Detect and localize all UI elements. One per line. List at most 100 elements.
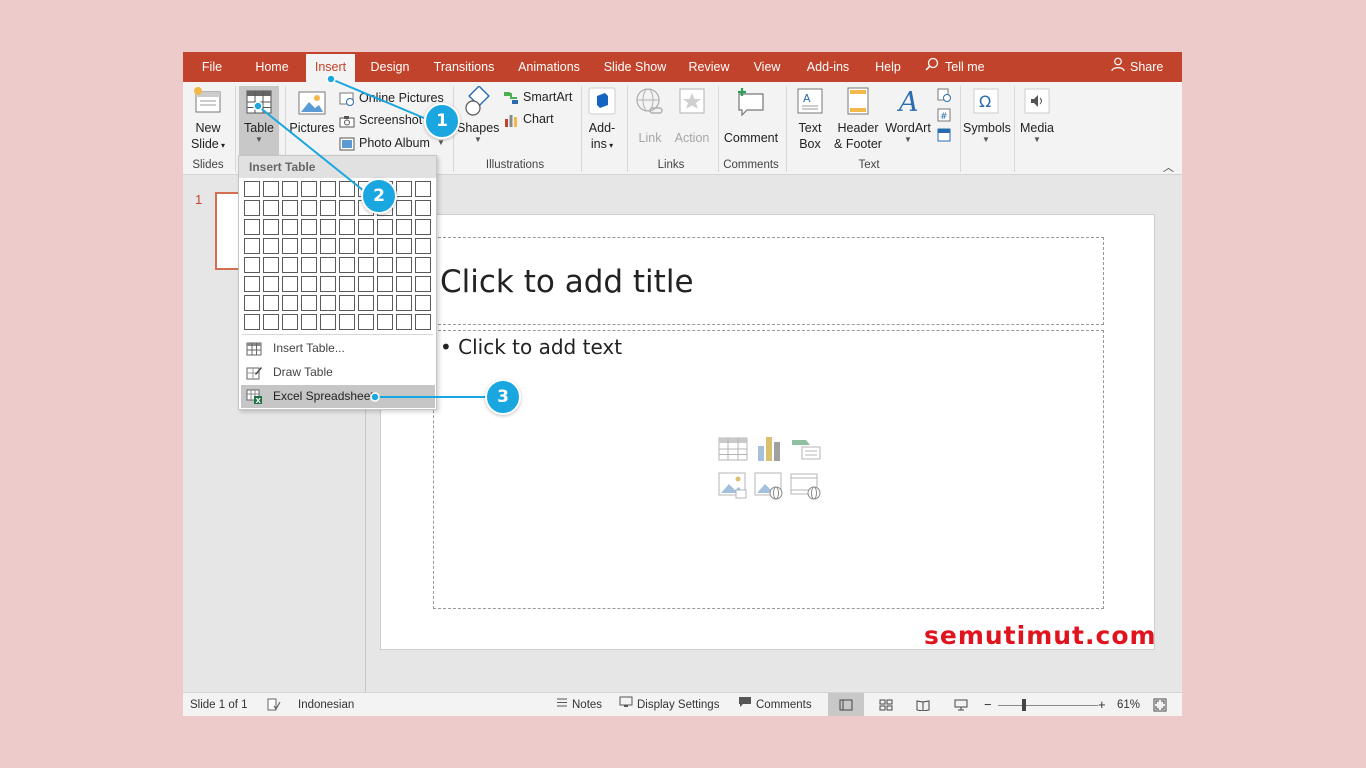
share-button[interactable]: Share	[1111, 52, 1163, 82]
normal-view-button[interactable]	[828, 693, 864, 716]
add-ins-button[interactable]: Add- ins ▾	[585, 86, 619, 154]
table-grid-cell[interactable]	[244, 257, 260, 273]
tab-add-ins[interactable]: Add-ins	[800, 52, 856, 82]
table-grid-cell[interactable]	[263, 181, 279, 197]
table-grid-cell[interactable]	[282, 219, 298, 235]
symbols-button[interactable]: Ω Symbols ▼	[963, 86, 1011, 144]
table-grid-cell[interactable]	[415, 276, 431, 292]
table-grid-cell[interactable]	[282, 276, 298, 292]
tab-insert[interactable]: Insert	[306, 54, 355, 82]
table-grid-cell[interactable]	[396, 200, 412, 216]
shapes-button[interactable]: Shapes ▼	[457, 85, 499, 144]
table-grid-cell[interactable]	[282, 295, 298, 311]
table-grid-cell[interactable]	[339, 181, 355, 197]
tell-me-search[interactable]: Tell me	[925, 52, 985, 82]
table-grid-cell[interactable]	[415, 219, 431, 235]
table-grid-cell[interactable]	[377, 314, 393, 330]
fit-to-window-button[interactable]	[1153, 693, 1167, 716]
table-grid-cell[interactable]	[263, 219, 279, 235]
table-grid-cell[interactable]	[301, 200, 317, 216]
tab-file[interactable]: File	[193, 52, 231, 82]
zoom-level[interactable]: 61%	[1117, 693, 1140, 716]
table-grid-cell[interactable]	[358, 276, 374, 292]
tab-transitions[interactable]: Transitions	[430, 52, 498, 82]
table-grid-cell[interactable]	[396, 181, 412, 197]
table-grid-cell[interactable]	[320, 238, 336, 254]
slide-canvas[interactable]: Click to add title • Click to add text	[380, 214, 1155, 650]
table-grid-cell[interactable]	[377, 295, 393, 311]
table-grid-cell[interactable]	[339, 314, 355, 330]
table-grid-cell[interactable]	[282, 200, 298, 216]
tab-design[interactable]: Design	[366, 52, 414, 82]
text-box-button[interactable]: A Text Box	[791, 86, 829, 152]
table-grid-cell[interactable]	[415, 181, 431, 197]
comments-button[interactable]: Comments	[738, 693, 812, 716]
table-grid-cell[interactable]	[415, 295, 431, 311]
insert-video-icon[interactable]	[790, 471, 821, 501]
language-indicator[interactable]: Indonesian	[298, 693, 354, 716]
photo-album-button[interactable]: Photo Album	[339, 133, 430, 153]
tab-review[interactable]: Review	[685, 52, 733, 82]
table-grid-cell[interactable]	[415, 200, 431, 216]
spell-check-icon[interactable]	[267, 693, 281, 716]
zoom-slider-track[interactable]	[998, 705, 1098, 706]
table-grid-cell[interactable]	[263, 295, 279, 311]
screenshot-button[interactable]: Screenshot ▾	[339, 110, 428, 130]
table-grid-cell[interactable]	[244, 295, 260, 311]
slide-show-view-button[interactable]	[954, 693, 968, 716]
tab-home[interactable]: Home	[249, 52, 295, 82]
action-button[interactable]: Action	[671, 86, 713, 146]
table-grid-cell[interactable]	[339, 257, 355, 273]
table-grid-cell[interactable]	[339, 219, 355, 235]
insert-picture-icon[interactable]	[718, 471, 748, 501]
title-placeholder[interactable]: Click to add title	[433, 237, 1104, 325]
table-grid-cell[interactable]	[282, 314, 298, 330]
table-button[interactable]: Table ▼	[239, 86, 279, 157]
media-button[interactable]: Media ▼	[1017, 86, 1057, 144]
table-grid-cell[interactable]	[282, 257, 298, 273]
table-grid-cell[interactable]	[396, 295, 412, 311]
table-grid-cell[interactable]	[339, 276, 355, 292]
table-grid-cell[interactable]	[320, 276, 336, 292]
tab-animations[interactable]: Animations	[513, 52, 585, 82]
link-button[interactable]: Link	[631, 86, 669, 146]
excel-spreadsheet-menu-item[interactable]: X Excel Spreadsheet	[241, 385, 435, 408]
draw-table-menu-item[interactable]: Draw Table	[241, 361, 435, 384]
table-grid-cell[interactable]	[244, 276, 260, 292]
table-grid-cell[interactable]	[263, 314, 279, 330]
zoom-in-button[interactable]: +	[1098, 693, 1106, 716]
table-grid-cell[interactable]	[320, 257, 336, 273]
table-grid-cell[interactable]	[320, 295, 336, 311]
zoom-out-button[interactable]: −	[984, 693, 992, 716]
slide-number-icon[interactable]: #	[937, 108, 951, 122]
table-grid-cell[interactable]	[377, 219, 393, 235]
table-grid-cell[interactable]	[339, 295, 355, 311]
header-footer-button[interactable]: Header & Footer	[831, 86, 885, 152]
table-grid-cell[interactable]	[396, 219, 412, 235]
display-settings-button[interactable]: Display Settings	[619, 693, 719, 716]
online-pictures-button[interactable]: Online Pictures	[339, 88, 444, 108]
table-grid-cell[interactable]	[301, 314, 317, 330]
collapse-ribbon-icon[interactable]: ︿	[1163, 159, 1174, 175]
zoom-slider-thumb[interactable]	[1022, 699, 1026, 711]
table-grid-cell[interactable]	[244, 219, 260, 235]
table-grid-cell[interactable]	[377, 238, 393, 254]
reading-view-button[interactable]	[916, 693, 930, 716]
table-grid-cell[interactable]	[282, 238, 298, 254]
table-grid-cell[interactable]	[339, 200, 355, 216]
insert-table-menu-item[interactable]: Insert Table...	[241, 337, 435, 360]
table-grid-cell[interactable]	[282, 181, 298, 197]
insert-chart-icon[interactable]	[754, 435, 784, 465]
table-grid-cell[interactable]	[301, 257, 317, 273]
table-grid-cell[interactable]	[244, 200, 260, 216]
table-grid-cell[interactable]	[244, 314, 260, 330]
comment-button[interactable]: Comment	[721, 86, 781, 146]
table-grid-cell[interactable]	[244, 238, 260, 254]
new-slide-button[interactable]: New Slide ▾	[189, 86, 227, 154]
table-grid-cell[interactable]	[320, 314, 336, 330]
table-grid-cell[interactable]	[415, 257, 431, 273]
insert-table-icon[interactable]	[718, 435, 748, 465]
tab-view[interactable]: View	[750, 52, 784, 82]
table-grid-cell[interactable]	[358, 219, 374, 235]
insert-smartart-icon[interactable]	[790, 435, 821, 465]
